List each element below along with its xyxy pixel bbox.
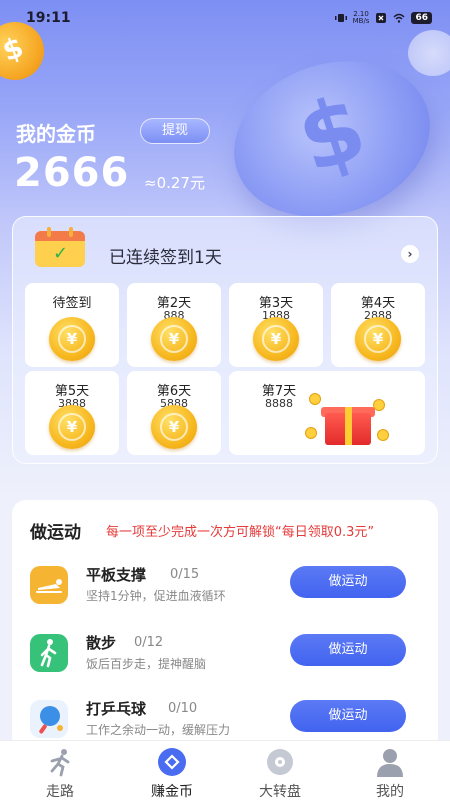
yuan-coin-icon: ¥ — [49, 405, 95, 449]
wifi-icon — [393, 13, 405, 23]
yuan-coin-icon: ¥ — [355, 317, 401, 361]
exercise-item: 散步 0/12 饭后百步走，提神醒脑 做运动 — [12, 628, 438, 688]
checkin-card: ✓ 已连续签到1天 › 待签到 ¥ 第2天 888 ¥ 第3天 1888 ¥ 第… — [12, 216, 438, 464]
yuan-coin-icon: ¥ — [151, 317, 197, 361]
profile-icon — [377, 749, 403, 777]
exercise-progress: 0/10 — [168, 701, 198, 716]
checkin-day-5[interactable]: 第5天 3888 ¥ — [25, 371, 119, 455]
exercise-title: 做运动 — [30, 523, 81, 543]
walking-icon — [30, 634, 68, 672]
running-icon — [50, 749, 70, 777]
decorative-coin-icon — [408, 30, 450, 76]
exercise-unlock-note: 每一项至少完成一次方可解锁“每日领取0.3元” — [106, 525, 375, 540]
status-bar: 19:11 2.10 MB/s 66 — [0, 0, 450, 36]
my-coins-label: 我的金币 — [16, 122, 96, 146]
ping-pong-icon — [30, 700, 68, 738]
checkin-day-3[interactable]: 第3天 1888 ¥ — [229, 283, 323, 367]
wheel-icon — [267, 749, 293, 775]
do-exercise-button[interactable]: 做运动 — [290, 634, 406, 666]
do-exercise-button[interactable]: 做运动 — [290, 566, 406, 598]
nav-label: 赚金币 — [151, 784, 193, 800]
nav-item-earn-coins[interactable]: 赚金币 — [116, 741, 228, 800]
chevron-right-icon[interactable]: › — [401, 245, 419, 263]
nav-item-lucky-wheel[interactable]: 大转盘 — [224, 741, 336, 800]
checkin-day-7[interactable]: 第7天 8888 — [229, 371, 425, 455]
gift-box-icon — [305, 393, 389, 447]
exercise-name: 平板支撑 — [86, 566, 147, 584]
nav-label: 我的 — [376, 784, 404, 800]
do-exercise-button[interactable]: 做运动 — [290, 700, 406, 732]
coin-count: 2666 — [14, 150, 130, 196]
exercise-card: 做运动 每一项至少完成一次方可解锁“每日领取0.3元” 平板支撑 0/15 坚持… — [12, 500, 438, 750]
exercise-item: 平板支撑 0/15 坚持1分钟，促进血液循环 做运动 — [12, 560, 438, 620]
checkin-day-2[interactable]: 第2天 888 ¥ — [127, 283, 221, 367]
checkin-day-1[interactable]: 待签到 ¥ — [25, 283, 119, 367]
vibrate-icon — [334, 14, 347, 22]
nav-item-profile[interactable]: 我的 — [334, 741, 446, 800]
status-icons: 2.10 MB/s 66 — [334, 11, 432, 25]
checkin-day-6[interactable]: 第6天 5888 ¥ — [127, 371, 221, 455]
calendar-check-icon: ✓ — [35, 227, 85, 269]
yuan-coin-icon: ¥ — [253, 317, 299, 361]
battery-indicator: 66 — [411, 12, 432, 24]
exercise-desc: 饭后百步走，提神醒脑 — [86, 657, 207, 671]
net-speed: 2.10 MB/s — [353, 11, 370, 25]
nav-item-walk[interactable]: 走路 — [4, 741, 116, 800]
net-speed-unit: MB/s — [352, 17, 370, 25]
day-title: 待签到 — [52, 296, 92, 311]
exercise-progress: 0/15 — [170, 567, 200, 582]
withdraw-button[interactable]: 提现 — [140, 118, 210, 144]
bottom-nav: 走路 赚金币 大转盘 我的 — [0, 740, 450, 800]
sim-off-icon — [376, 13, 387, 23]
checkin-day-4[interactable]: 第4天 2888 ¥ — [331, 283, 425, 367]
yuan-coin-icon: ¥ — [49, 317, 95, 361]
coin-icon — [158, 748, 186, 776]
plank-icon — [30, 566, 68, 604]
coin-value: ≈0.27元 — [144, 174, 205, 192]
exercise-desc: 工作之余动一动，缓解压力 — [86, 723, 231, 737]
status-time: 19:11 — [26, 10, 71, 26]
exercise-desc: 坚持1分钟，促进血液循环 — [86, 589, 226, 603]
nav-label: 大转盘 — [259, 784, 301, 800]
yuan-coin-icon: ¥ — [151, 405, 197, 449]
exercise-progress: 0/12 — [134, 635, 164, 650]
exercise-name: 打乒乓球 — [86, 700, 147, 718]
exercise-name: 散步 — [86, 634, 117, 652]
checkin-streak-text: 已连续签到1天 — [109, 248, 222, 268]
nav-label: 走路 — [46, 784, 74, 800]
